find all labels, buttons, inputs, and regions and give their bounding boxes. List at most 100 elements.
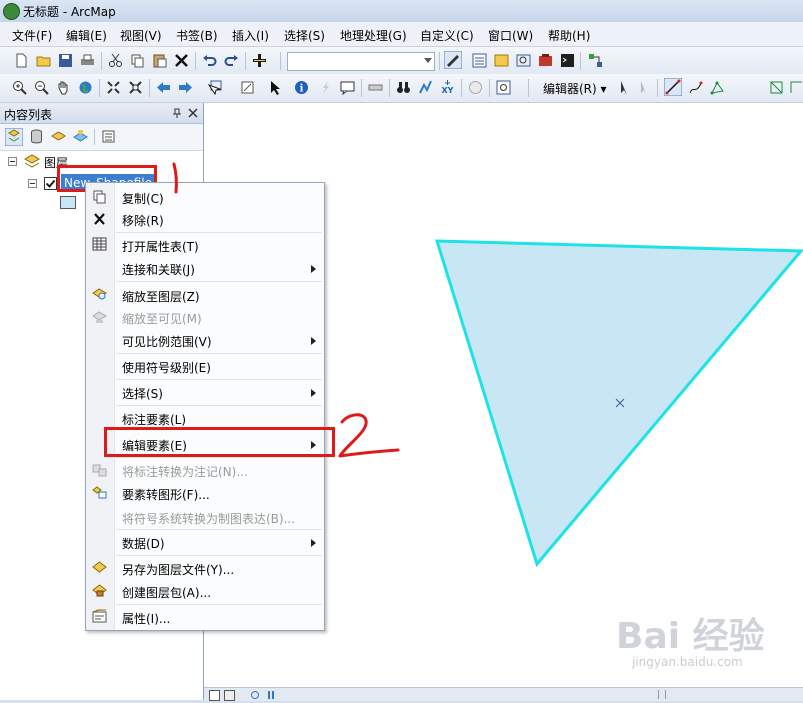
undo-icon[interactable]: [202, 53, 217, 68]
ctx-convert-labels-to-annotation: 将标注转换为注记(N)...: [122, 465, 248, 479]
measure-icon[interactable]: [368, 80, 383, 95]
arctoolbox-icon[interactable]: [538, 53, 553, 68]
ctx-zoom-to-layer[interactable]: 缩放至图层(Z): [122, 288, 200, 305]
new-document-icon[interactable]: [14, 53, 29, 68]
list-by-source-icon[interactable]: [29, 129, 44, 144]
options-icon[interactable]: [101, 129, 116, 144]
zoom-out-icon[interactable]: [34, 80, 49, 95]
python-window-icon[interactable]: [560, 53, 575, 68]
trace-icon[interactable]: [688, 80, 703, 95]
menu-insert[interactable]: 插入(I): [232, 27, 269, 44]
copy-icon[interactable]: [130, 53, 145, 68]
watermark-brand: Bai 经验: [616, 616, 765, 657]
tools-toolbar: i XY 编辑器(R) ▾: [0, 74, 803, 103]
editor-toolbar-icon[interactable]: [444, 51, 462, 69]
forward-extent-icon[interactable]: [178, 80, 193, 95]
save-icon[interactable]: [58, 53, 73, 68]
edit-tool-icon[interactable]: [617, 80, 632, 95]
full-extent-globe-icon[interactable]: [78, 80, 93, 95]
cut-icon[interactable]: [108, 53, 123, 68]
ctx-label-features[interactable]: 标注要素(L): [122, 411, 186, 428]
catalog-window-icon[interactable]: [494, 53, 509, 68]
edit-vertices-icon[interactable]: [769, 80, 784, 95]
back-extent-icon[interactable]: [156, 80, 171, 95]
toc-header: 内容列表: [0, 103, 203, 124]
zoom-in-icon[interactable]: [12, 80, 27, 95]
reshape-icon[interactable]: [789, 80, 803, 95]
properties-icon: [92, 609, 107, 623]
ctx-convert-features-to-graphics[interactable]: 要素转图形(F)...: [122, 486, 210, 503]
highlight-box-edit-features: [104, 427, 335, 457]
editor-menu[interactable]: 编辑器(R) ▾: [543, 80, 607, 97]
fixed-zoom-out-icon[interactable]: [128, 80, 143, 95]
menu-geoprocessing[interactable]: 地理处理(G): [340, 27, 407, 44]
ctx-use-symbol-levels[interactable]: 使用符号级别(E): [122, 359, 211, 376]
collapse-layers-icon[interactable]: [8, 157, 17, 166]
pin-icon[interactable]: [172, 108, 182, 118]
menu-windows[interactable]: 窗口(W): [488, 27, 533, 44]
go-to-xy-icon[interactable]: XY: [440, 80, 455, 95]
list-by-drawing-order-icon[interactable]: [5, 128, 23, 146]
modelbuilder-icon[interactable]: [588, 53, 603, 68]
menu-edit[interactable]: 编辑(E): [66, 27, 107, 44]
ctx-save-as-layer-file[interactable]: 另存为图层文件(Y)...: [122, 561, 234, 578]
toc-toolbar: [0, 124, 203, 151]
close-icon[interactable]: [188, 108, 198, 118]
ctx-visible-scale-range[interactable]: 可见比例范围(V): [122, 333, 212, 350]
ctx-remove[interactable]: 移除(R): [122, 212, 164, 229]
time-slider-icon[interactable]: [468, 80, 483, 95]
menu-view[interactable]: 视图(V): [120, 27, 162, 44]
ctx-create-layer-package[interactable]: 创建图层包(A)...: [122, 584, 211, 601]
layer-visibility-checkbox[interactable]: [44, 177, 57, 190]
refresh-icon[interactable]: [250, 689, 260, 699]
svg-text:i: i: [300, 84, 304, 95]
find-binoculars-icon[interactable]: [396, 80, 411, 95]
pan-hand-icon[interactable]: [56, 80, 71, 95]
menu-file[interactable]: 文件(F): [12, 27, 52, 44]
straight-segment-icon[interactable]: [664, 78, 682, 96]
map-scale-combo[interactable]: [287, 52, 435, 71]
ctx-selection[interactable]: 选择(S): [122, 385, 163, 402]
identify-icon[interactable]: i: [294, 80, 309, 95]
list-by-selection-icon[interactable]: [73, 129, 88, 144]
html-popup-icon[interactable]: [340, 80, 355, 95]
list-by-visibility-icon[interactable]: [51, 129, 66, 144]
paste-icon[interactable]: [152, 53, 167, 68]
menu-bookmarks[interactable]: 书签(B): [176, 27, 218, 44]
menu-selection[interactable]: 选择(S): [284, 27, 325, 44]
ctx-open-attribute-table[interactable]: 打开属性表(T): [122, 238, 199, 255]
construction-tools-icon[interactable]: [710, 80, 725, 95]
create-viewer-window-icon[interactable]: [496, 80, 511, 95]
ctx-joins-relates[interactable]: 连接和关联(J): [122, 261, 195, 278]
add-data-icon[interactable]: [252, 53, 267, 68]
data-view-icon[interactable]: [209, 690, 220, 701]
menu-customize[interactable]: 自定义(C): [420, 27, 474, 44]
layout-view-icon[interactable]: [224, 690, 235, 701]
hyperlink-icon[interactable]: [318, 80, 333, 95]
ctx-zoom-to-visible: 缩放至可见(M): [122, 312, 202, 326]
collapse-layer-icon[interactable]: [28, 179, 37, 188]
redo-icon[interactable]: [224, 53, 239, 68]
find-route-icon[interactable]: [418, 80, 433, 95]
select-elements-arrow-icon[interactable]: [268, 80, 283, 95]
delete-icon[interactable]: [174, 53, 189, 68]
menu-help[interactable]: 帮助(H): [548, 27, 590, 44]
copy-icon: [93, 190, 106, 204]
select-features-icon[interactable]: [208, 80, 223, 95]
scroll-grip[interactable]: [658, 690, 666, 699]
layers-group-icon: [24, 154, 40, 168]
table-icon: [92, 237, 107, 251]
toc-window-icon[interactable]: [472, 53, 487, 68]
fixed-zoom-in-icon[interactable]: [106, 80, 121, 95]
open-folder-icon[interactable]: [36, 53, 51, 68]
clear-selection-icon[interactable]: [240, 80, 255, 95]
pause-drawing-icon[interactable]: [266, 689, 276, 699]
ctx-data[interactable]: 数据(D): [122, 535, 165, 552]
print-icon[interactable]: [80, 53, 95, 68]
edit-annotation-icon[interactable]: [638, 80, 653, 95]
search-window-icon[interactable]: [516, 53, 531, 68]
ctx-convert-symbology-to-representation: 将符号系统转换为制图表达(B)...: [122, 512, 296, 526]
ctx-properties[interactable]: 属性(I)...: [122, 610, 170, 627]
ctx-copy[interactable]: 复制(C): [122, 190, 164, 207]
layer-symbol-swatch[interactable]: [60, 196, 76, 209]
